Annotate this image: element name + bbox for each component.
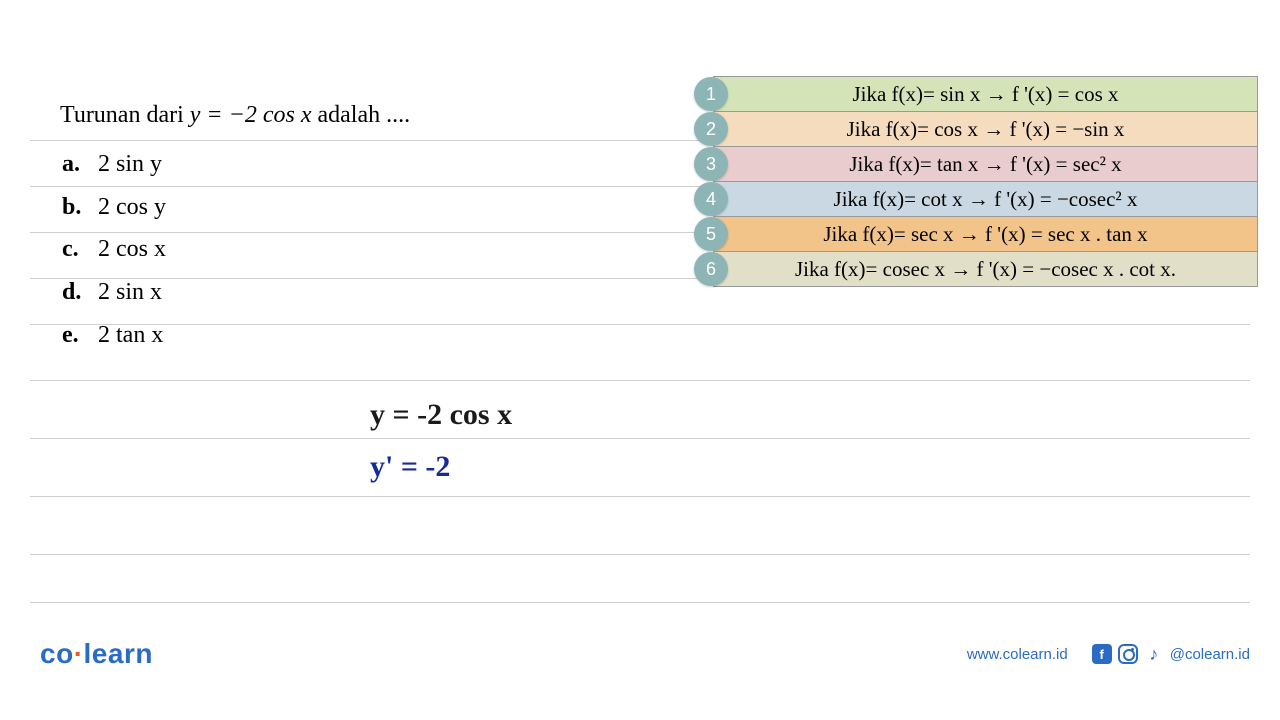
rule-row-1: 1 Jika f(x)= sin x → f '(x) = cos x (713, 76, 1258, 112)
rule-row-5: 5 Jika f(x)= sec x → f '(x) = sec x . ta… (713, 216, 1258, 252)
rule-badge-3: 3 (694, 147, 728, 181)
handwritten-line-1: y = -2 cos x (370, 398, 512, 432)
rule-row-2: 2 Jika f(x)= cos x → f '(x) = −sin x (713, 111, 1258, 147)
rule-row-4: 4 Jika f(x)= cot x → f '(x) = −cosec² x (713, 181, 1258, 217)
tiktok-icon: ♪ (1144, 644, 1164, 664)
rule-text-2: Jika f(x)= cos x → f '(x) = −sin x (847, 117, 1125, 142)
facebook-icon: f (1092, 644, 1112, 664)
rule-row-3: 3 Jika f(x)= tan x → f '(x) = sec² x (713, 146, 1258, 182)
option-e: e.2 tan x (62, 315, 410, 356)
question: Turunan dari y = −2 cos x adalah .... a.… (60, 95, 410, 358)
rule-text-1: Jika f(x)= sin x → f '(x) = cos x (852, 82, 1118, 107)
rule-row-6: 6 Jika f(x)= cosec x → f '(x) = −cosec x… (713, 251, 1258, 287)
question-prompt: Turunan dari y = −2 cos x adalah .... (60, 95, 410, 136)
brand-logo: co·learn (40, 638, 153, 670)
rule-badge-1: 1 (694, 77, 728, 111)
rule-text-3: Jika f(x)= tan x → f '(x) = sec² x (849, 152, 1121, 177)
rule-text-4: Jika f(x)= cot x → f '(x) = −cosec² x (834, 187, 1138, 212)
option-b: b.2 cos y (62, 187, 410, 228)
rule-text-5: Jika f(x)= sec x → f '(x) = sec x . tan … (823, 222, 1147, 247)
social-icons: f ♪ @colearn.id (1092, 644, 1250, 664)
handwritten-line-2: y' = -2 (370, 450, 450, 484)
instagram-icon (1118, 644, 1138, 664)
option-d: d.2 sin x (62, 272, 410, 313)
derivative-rules-table: 1 Jika f(x)= sin x → f '(x) = cos x 2 Ji… (713, 76, 1258, 286)
rule-badge-2: 2 (694, 112, 728, 146)
footer-url: www.colearn.id (967, 646, 1068, 663)
option-c: c.2 cos x (62, 229, 410, 270)
rule-text-6: Jika f(x)= cosec x → f '(x) = −cosec x .… (795, 257, 1176, 282)
social-handle: @colearn.id (1170, 646, 1250, 663)
answer-options: a.2 sin y b.2 cos y c.2 cos x d.2 sin x … (62, 144, 410, 356)
rule-badge-5: 5 (694, 217, 728, 251)
option-a: a.2 sin y (62, 144, 410, 185)
footer: co·learn www.colearn.id f ♪ @colearn.id (40, 638, 1250, 670)
rule-badge-4: 4 (694, 182, 728, 216)
rule-badge-6: 6 (694, 252, 728, 286)
